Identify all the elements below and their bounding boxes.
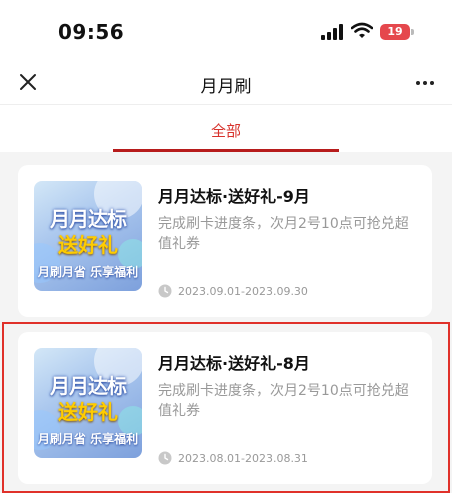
page-title: 月月刷 (200, 77, 252, 97)
wifi-icon (351, 22, 373, 38)
thumbnail-subheading: 送好礼 (58, 233, 118, 257)
clock-icon (158, 284, 172, 298)
tab-active-indicator (113, 149, 339, 152)
more-options-icon[interactable] (412, 68, 438, 96)
selection-highlight (2, 322, 450, 493)
status-bar: 09:56 19 (0, 0, 452, 62)
battery-tip (411, 29, 414, 35)
tab-bar: 全部 (0, 104, 452, 152)
status-time: 09:56 (58, 20, 125, 44)
cellular-signal-icon (321, 24, 343, 40)
battery-icon: 19 (380, 24, 410, 40)
thumbnail-heading: 月月达标 (50, 207, 127, 231)
promo-thumbnail: 月月达标 送好礼 月刷月省 乐享福利 (34, 181, 142, 291)
promo-title: 月月达标·送好礼-9月 (158, 187, 310, 206)
promo-card[interactable]: 月月达标 送好礼 月刷月省 乐享福利 月月达标·送好礼-9月 完成刷卡进度条，次… (18, 165, 432, 317)
thumbnail-tagline: 月刷月省 乐享福利 (37, 265, 139, 279)
promo-date-range: 2023.09.01-2023.09.30 (178, 285, 308, 298)
nav-bar: 月月刷 (0, 62, 452, 104)
promo-description: 完成刷卡进度条，次月2号10点可抢兑超值礼券 (158, 216, 409, 252)
tab-all[interactable]: 全部 (0, 120, 452, 141)
